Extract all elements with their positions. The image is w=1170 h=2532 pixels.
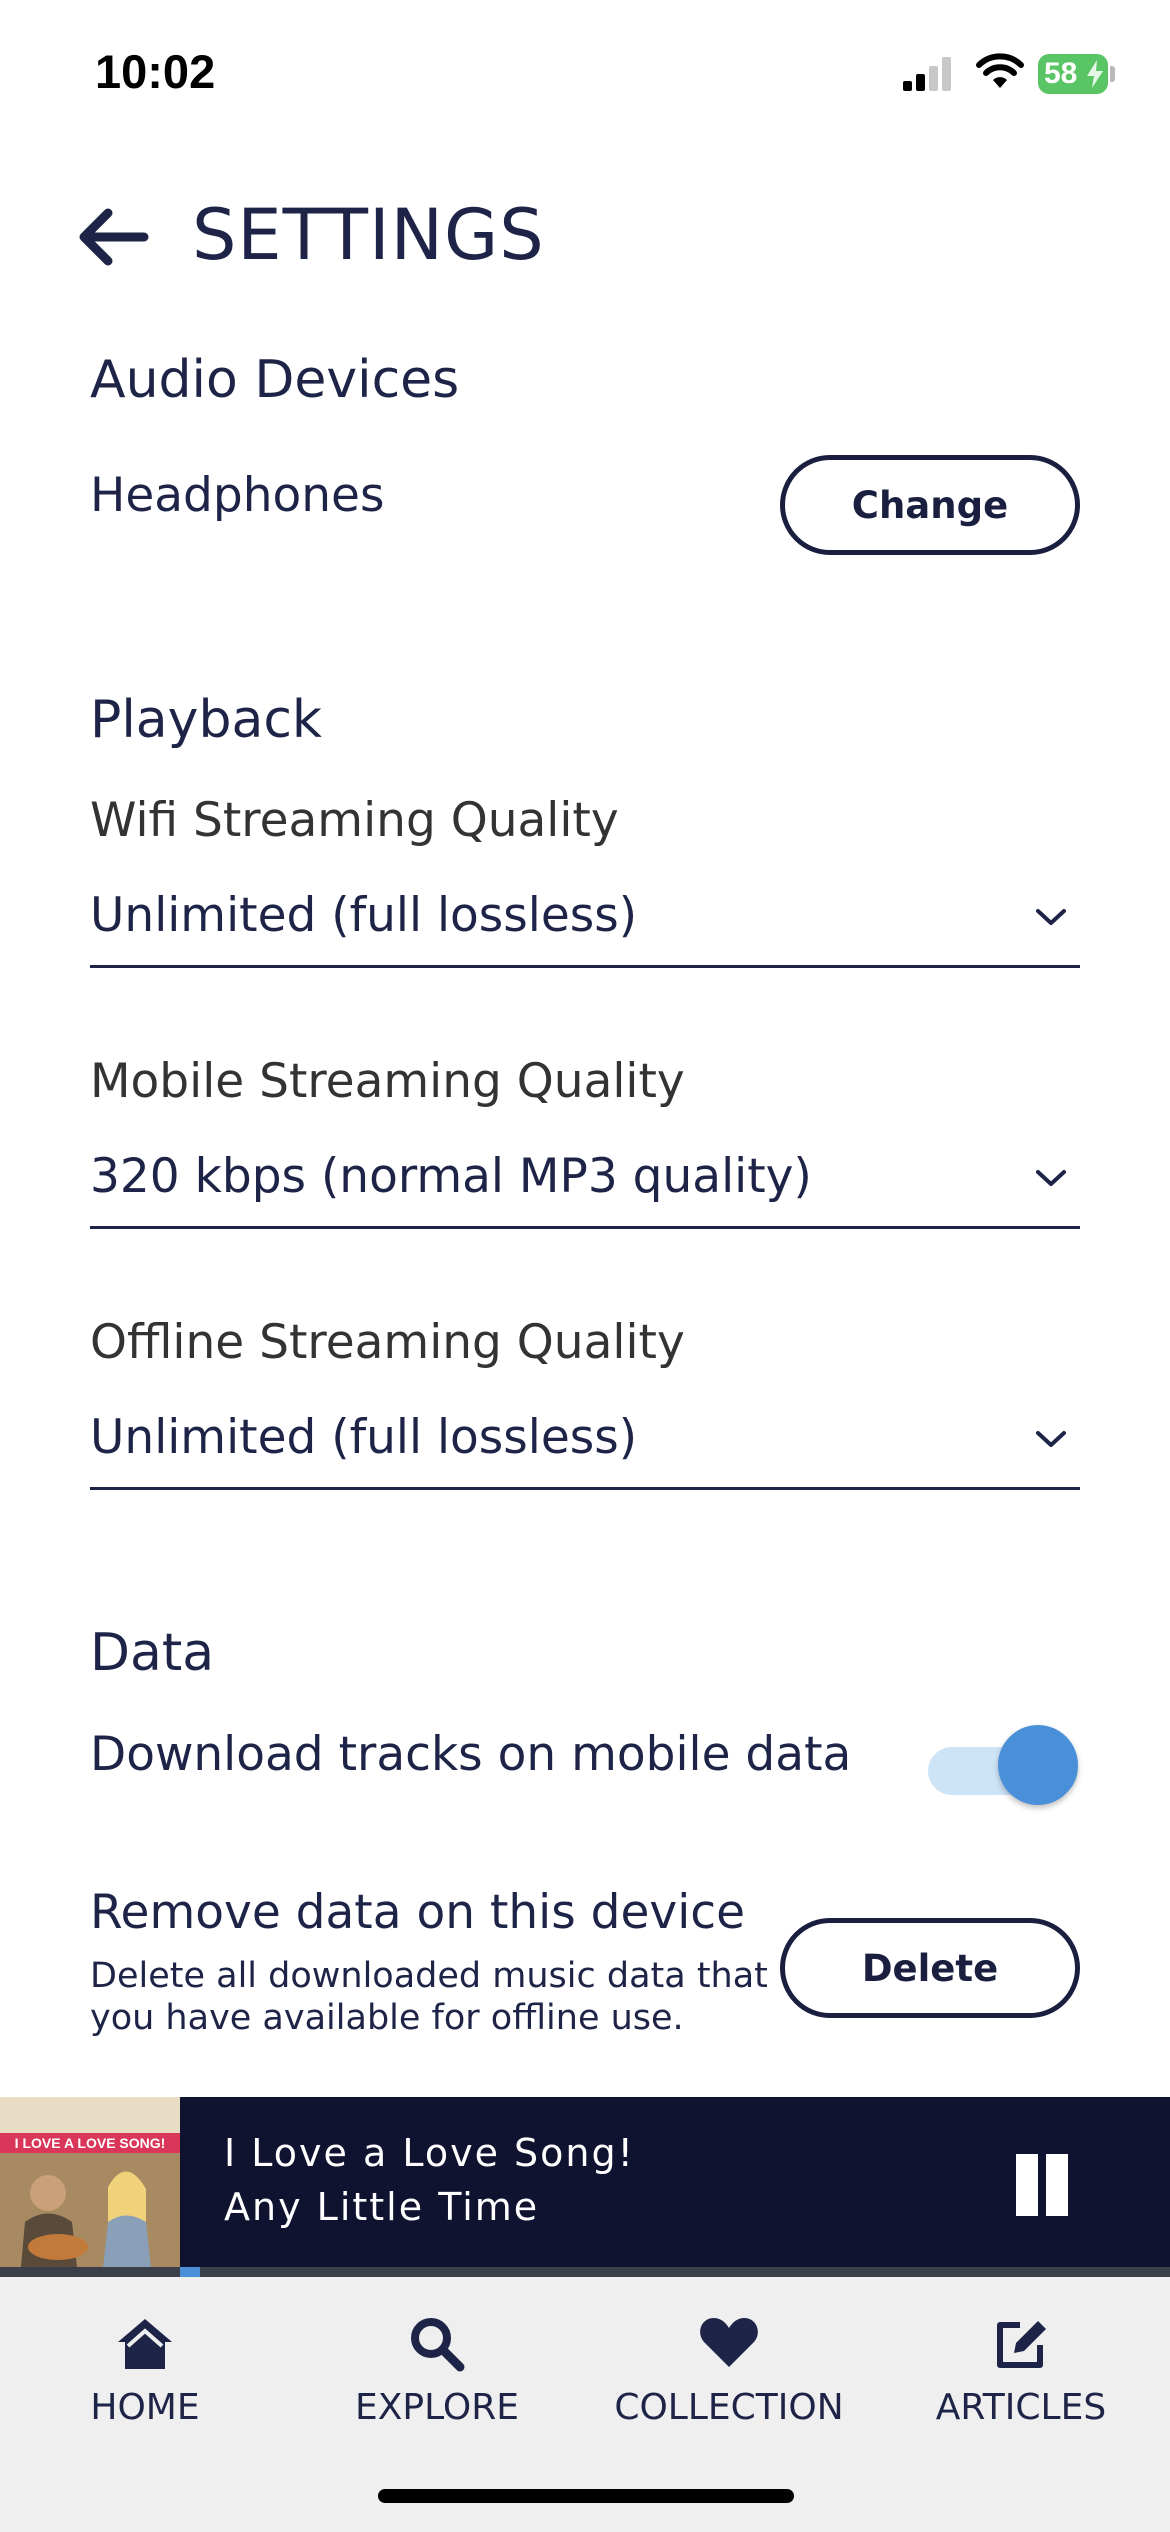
album-art-image: I LOVE A LOVE SONG! (0, 2097, 180, 2277)
audio-device-label: Headphones (90, 468, 385, 523)
download-mobile-label: Download tracks on mobile data (90, 1727, 852, 1782)
download-mobile-toggle[interactable] (928, 1725, 1080, 1805)
playback-progress-fill (180, 2267, 200, 2277)
battery-cap (1110, 66, 1115, 82)
mobile-quality-label: Mobile Streaming Quality (90, 1054, 685, 1109)
pause-icon-bar-left (1016, 2154, 1038, 2216)
battery-level: 58 (1044, 57, 1078, 90)
chevron-down-icon (1036, 1431, 1066, 1447)
battery-indicator: 58 (1038, 54, 1108, 94)
now-playing-subtitle: Any Little Time (224, 2185, 540, 2229)
wifi-icon (976, 53, 1024, 88)
data-heading: Data (90, 1623, 215, 1683)
tab-collection[interactable]: COLLECTION (584, 2277, 874, 2437)
tab-explore[interactable]: EXPLORE (292, 2277, 582, 2437)
mobile-quality-value: 320 kbps (normal MP3 quality) (90, 1149, 812, 1204)
playback-heading: Playback (90, 690, 323, 750)
delete-data-button[interactable]: Delete (780, 1918, 1080, 2018)
playback-progress[interactable] (0, 2267, 1170, 2277)
pause-icon-bar-right (1046, 2154, 1068, 2216)
tab-label-articles: ARTICLES (935, 2387, 1107, 2428)
tab-home[interactable]: HOME (0, 2277, 290, 2437)
status-bar: 10:02 58 (0, 0, 1170, 150)
back-button[interactable] (74, 202, 154, 272)
edit-icon (997, 2321, 1046, 2368)
now-playing-title: I Love a Love Song! (224, 2131, 635, 2175)
back-arrow-icon (79, 208, 149, 266)
heart-icon (700, 2318, 758, 2367)
header: SETTINGS (0, 180, 1170, 300)
status-time: 10:02 (95, 45, 216, 98)
wifi-quality-label: Wifi Streaming Quality (90, 793, 619, 848)
chevron-down-icon (1036, 1170, 1066, 1186)
offline-quality-value: Unlimited (full lossless) (90, 1410, 638, 1465)
toggle-knob (998, 1725, 1078, 1805)
pause-button[interactable] (1012, 2154, 1072, 2216)
chevron-down-icon (1036, 909, 1066, 925)
remove-data-title: Remove data on this device (90, 1885, 746, 1940)
search-icon (411, 2318, 465, 2372)
page-title: SETTINGS (192, 194, 545, 276)
remove-data-description: Delete all downloaded music data that yo… (90, 1956, 768, 2038)
charging-bolt-icon (1087, 60, 1103, 88)
tab-label-collection: COLLECTION (614, 2387, 844, 2428)
now-playing-bar[interactable]: I LOVE A LOVE SONG! I Love a Love Song! … (0, 2097, 1170, 2277)
audio-devices-heading: Audio Devices (90, 350, 460, 410)
mobile-quality-select[interactable]: 320 kbps (normal MP3 quality) (90, 1141, 1080, 1229)
change-device-button[interactable]: Change (780, 455, 1080, 555)
offline-quality-select[interactable]: Unlimited (full lossless) (90, 1402, 1080, 1490)
home-indicator[interactable] (378, 2489, 794, 2503)
wifi-quality-value: Unlimited (full lossless) (90, 888, 638, 943)
tab-articles[interactable]: ARTICLES (876, 2277, 1166, 2437)
home-icon (118, 2319, 172, 2369)
tab-label-explore: EXPLORE (355, 2387, 519, 2428)
album-art-title: I LOVE A LOVE SONG! (15, 2135, 166, 2151)
tab-label-home: HOME (90, 2387, 200, 2428)
signal-icon (903, 57, 951, 91)
wifi-quality-select[interactable]: Unlimited (full lossless) (90, 880, 1080, 968)
offline-quality-label: Offline Streaming Quality (90, 1315, 685, 1370)
album-art: I LOVE A LOVE SONG! (0, 2097, 180, 2277)
